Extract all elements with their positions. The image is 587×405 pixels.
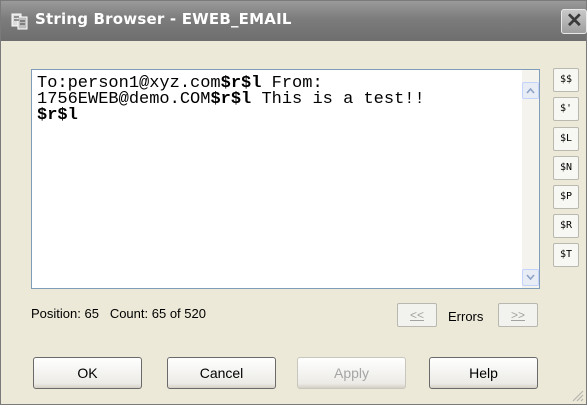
next-error-button[interactable]: >> [498,303,538,327]
scroll-down-button[interactable] [522,269,539,286]
chevron-down-icon [526,274,535,281]
code-button-tab[interactable]: $T [553,243,579,267]
plain-text: This is a test!! [261,90,425,109]
cancel-button[interactable]: Cancel [167,357,276,389]
vertical-scrollbar[interactable] [522,70,539,288]
resize-grip-icon[interactable] [570,388,584,402]
position-label: Position: [31,306,81,321]
string-text-content: To:person1@xyz.com$r$l From: 1756EWEB@de… [37,75,517,125]
help-button[interactable]: Help [429,357,538,389]
apply-button[interactable]: Apply [297,357,406,389]
code-button-quote[interactable]: $' [553,97,579,121]
code-button-page[interactable]: $P [553,185,579,209]
count-label: Count: [109,306,149,321]
code-button-newline[interactable]: $N [553,156,579,180]
ok-button[interactable]: OK [33,357,142,389]
string-browser-icon [11,13,28,30]
string-browser-window: String Browser - EWEB_EMAIL ✕ To:person1… [0,0,587,405]
close-button[interactable]: ✕ [561,9,587,34]
code-button-dollar[interactable]: $$ [553,68,579,92]
window-title: String Browser - EWEB_EMAIL [35,10,292,28]
status-line: Position: 65 Count: 65 of 520 [31,306,206,321]
control-code-text: $r$l [37,106,78,125]
errors-label: Errors [448,309,484,324]
previous-error-button[interactable]: << [397,303,437,327]
close-icon: ✕ [566,10,583,32]
count-value: 65 of 520 [151,306,206,321]
string-text-area[interactable]: To:person1@xyz.com$r$l From: 1756EWEB@de… [31,69,540,289]
position-value: 65 [84,306,99,321]
control-code-text: $r$l [210,90,252,109]
chevron-up-icon [526,87,535,94]
code-button-linefeed[interactable]: $L [553,127,579,151]
title-bar[interactable]: String Browser - EWEB_EMAIL ✕ [1,1,587,41]
code-button-return[interactable]: $R [553,214,579,238]
scroll-up-button[interactable] [522,82,539,99]
